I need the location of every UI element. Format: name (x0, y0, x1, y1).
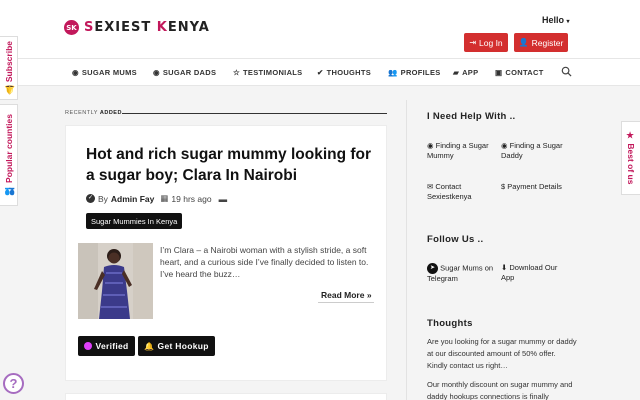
divider (318, 302, 374, 303)
finding-sugar-daddy-link[interactable]: ◉ Finding a Sugar Daddy (501, 141, 571, 161)
envelope-icon: ✉ (427, 182, 434, 191)
payment-details-link[interactable]: $ Payment Details (501, 182, 571, 192)
column-divider (406, 100, 407, 400)
post-card (65, 393, 387, 400)
search-icon[interactable] (561, 66, 572, 77)
nav-sugar-dads[interactable]: ◉ SUGAR DADS (153, 68, 216, 77)
post-thumbnail[interactable] (78, 243, 153, 319)
dollar-icon: $ (501, 182, 506, 191)
best-of-us-tab[interactable]: ★ Best of us (621, 121, 640, 195)
post-author[interactable]: Admin Fay (111, 194, 154, 204)
user-circle-icon: ◉ (72, 68, 79, 77)
finding-sugar-mummy-link[interactable]: ◉ Finding a Sugar Mummy (427, 141, 497, 161)
recently-added-label: RECENTLY ADDED (65, 110, 122, 116)
help-heading: I Need Help With .. (427, 111, 516, 122)
thought-text: Our monthly discount on sugar mummy and … (427, 380, 573, 400)
get-hookup-button[interactable]: 🔔 Get Hookup (138, 336, 215, 356)
post-meta: ✓ By Admin Fay ▦ 19 hrs ago ▬ (86, 193, 228, 204)
telegram-icon: ➤ (427, 263, 438, 274)
telegram-link[interactable]: ➤ Sugar Mums on Telegram (427, 263, 497, 284)
user-circle-icon: ◉ (501, 141, 508, 150)
logo-text: SEXIEST KENYA (84, 20, 210, 35)
sign-in-icon: ⇥ (469, 38, 477, 47)
site-logo[interactable]: SK SEXIEST KENYA (64, 20, 210, 35)
site-header: SK SEXIEST KENYA Hello ▾ ⇥ Log In 👤 Regi… (0, 0, 640, 58)
download-icon: ⬇ (501, 263, 508, 272)
nav-app[interactable]: ▰ APP (453, 68, 478, 77)
hello-menu[interactable]: Hello ▾ (542, 15, 570, 25)
users-icon: 👥 (388, 68, 398, 77)
star-icon: ☆ (233, 68, 241, 77)
comment-icon[interactable]: ▬ (219, 194, 228, 204)
app-icon: ▰ (453, 68, 460, 77)
nav-thoughts[interactable]: ✔ THOUGHTS (317, 68, 371, 77)
verified-check-icon: ✓ (86, 194, 95, 203)
thoughts-heading: Thoughts (427, 318, 473, 329)
chevron-down-icon: ▾ (566, 19, 570, 25)
post-excerpt: I’m Clara – a Nairobi woman with a styli… (160, 245, 369, 279)
user-plus-icon: 👤 (518, 38, 529, 47)
login-button[interactable]: ⇥ Log In (464, 33, 508, 52)
user-circle-icon: ◉ (153, 68, 160, 77)
nav-sugar-mums[interactable]: ◉ SUGAR MUMS (72, 68, 137, 77)
user-circle-icon: ◉ (427, 141, 434, 150)
follow-heading: Follow Us .. (427, 234, 484, 245)
help-question-icon[interactable]: ? (3, 373, 24, 394)
bell-icon: 🔔 (3, 84, 14, 95)
divider (122, 113, 387, 114)
check-circle-icon: ✔ (317, 68, 324, 77)
verified-button[interactable]: Verified (78, 336, 135, 356)
main-nav: ◉ SUGAR MUMS ◉ SUGAR DADS ☆ TESTIMONIALS ✔ T… (0, 58, 640, 86)
download-app-link[interactable]: ⬇ Download Our App (501, 263, 561, 283)
nav-testimonials[interactable]: ☆ TESTIMONIALS (233, 68, 302, 77)
nav-contact[interactable]: ▣ CONTACT (495, 68, 544, 77)
verified-badge-icon (84, 342, 93, 350)
address-book-icon: ▣ (495, 68, 503, 77)
star-icon: ★ (626, 131, 636, 142)
bell-icon: 🔔 (144, 341, 155, 351)
nav-profiles[interactable]: 👥 PROFILES (388, 68, 441, 77)
register-button[interactable]: 👤 Register (514, 33, 568, 52)
category-tag[interactable]: Sugar Mummies In Kenya (86, 213, 183, 229)
read-more-link[interactable]: Read More » (321, 290, 372, 300)
logo-badge: SK (64, 20, 79, 35)
popular-counties-tab[interactable]: 👥 Popular counties (0, 104, 18, 206)
post-time: 19 hrs ago (171, 193, 212, 204)
users-icon: 👥 (3, 185, 14, 196)
calendar-icon: ▦ (160, 193, 169, 203)
subscribe-tab[interactable]: 🔔 Subscribe (0, 36, 18, 100)
contact-link[interactable]: ✉ Contact Sexiestkenya (427, 182, 497, 202)
post-title[interactable]: Hot and rich sugar mummy looking for a s… (86, 144, 376, 186)
thought-text: Are you looking for a sugar mummy or dad… (427, 337, 577, 370)
woman-photo-image (78, 243, 153, 319)
